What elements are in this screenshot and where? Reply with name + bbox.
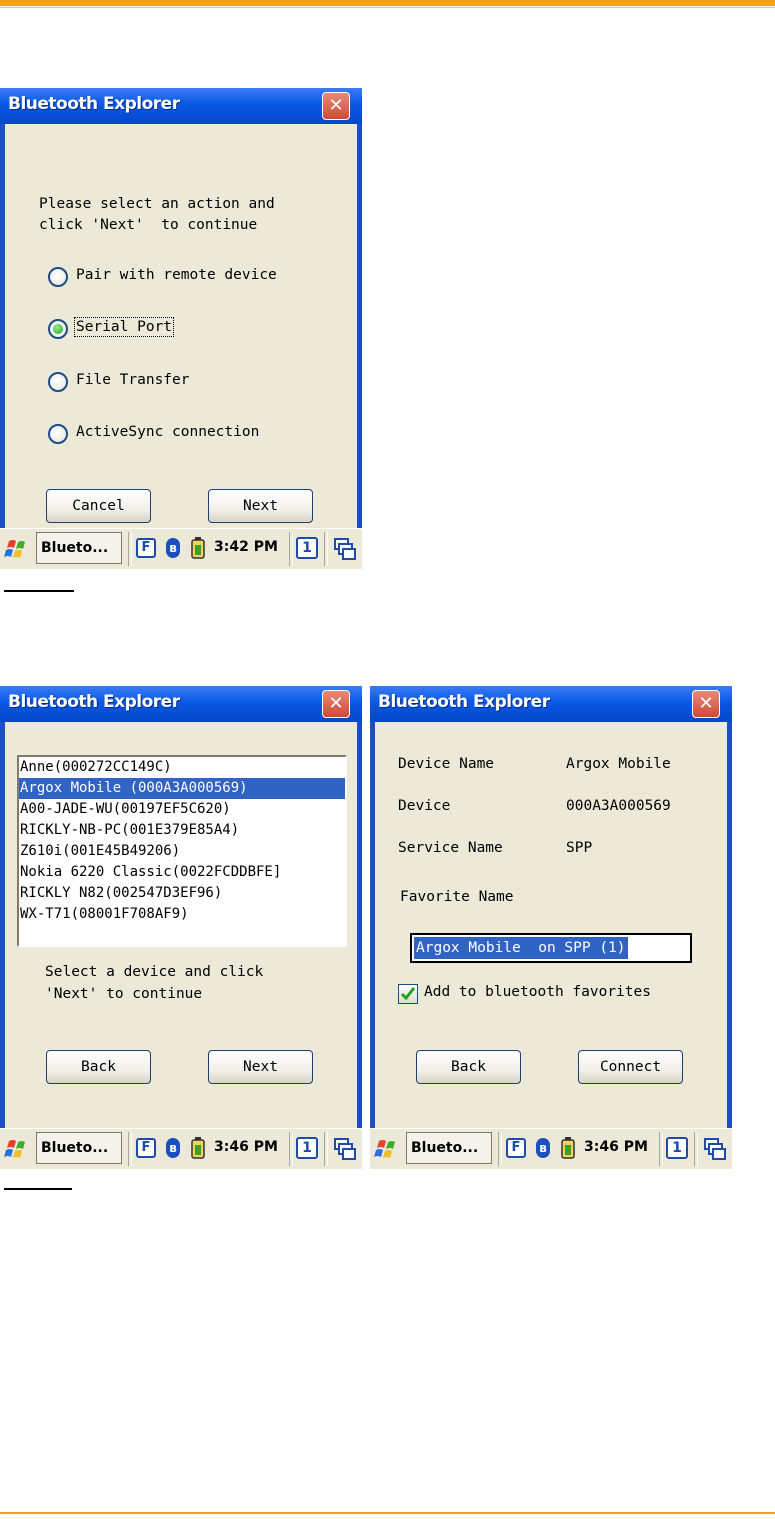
taskbar-separator <box>128 1132 132 1166</box>
device-name-label: Device Name <box>398 756 495 772</box>
connect-button[interactable]: Connect <box>578 1050 683 1084</box>
window-border-right <box>727 722 732 1128</box>
device-list-item[interactable]: Nokia 6220 Classic(0022FCDDBFE] <box>19 862 345 883</box>
taskbar-separator <box>324 532 328 566</box>
add-favorites-checkbox[interactable] <box>398 984 418 1004</box>
radio-file-transfer[interactable] <box>48 372 68 392</box>
favorite-name-text[interactable]: Argox Mobile on SPP (1) <box>414 937 628 959</box>
figure-caption-underline <box>4 590 74 592</box>
prompt-line-1: Select a device and click <box>45 964 264 980</box>
window-body: Device Name Argox Mobile Device 000A3A00… <box>375 722 727 1128</box>
back-button[interactable]: Back <box>416 1050 521 1084</box>
screen-device-select: Bluetooth Explorer ✕ Anne(000272CC149C) … <box>0 686 362 1128</box>
device-label: Device <box>398 798 451 814</box>
bluetooth-icon[interactable]: ʙ <box>536 1138 550 1158</box>
screen-action-select: Bluetooth Explorer ✕ Please select an ac… <box>0 88 362 528</box>
window-title: Bluetooth Explorer <box>378 692 550 712</box>
device-list-item[interactable]: WX-T71(08001F708AF9) <box>19 904 345 925</box>
title-bar: Bluetooth Explorer ✕ <box>0 686 362 722</box>
battery-icon[interactable] <box>560 1137 576 1159</box>
input-mode-icon[interactable]: 1 <box>296 537 318 559</box>
favorite-name-input[interactable]: Argox Mobile on SPP (1) <box>410 933 692 963</box>
switch-windows-icon[interactable] <box>704 1138 726 1160</box>
back-button[interactable]: Back <box>46 1050 151 1084</box>
device-list-item-selected[interactable]: Argox Mobile (000A3A000569) <box>19 778 345 799</box>
battery-icon[interactable] <box>190 1137 206 1159</box>
f-icon[interactable]: F <box>136 1138 156 1158</box>
taskbar-app-button[interactable]: Blueto... <box>406 1132 492 1164</box>
taskbar-separator <box>694 1132 698 1166</box>
battery-icon[interactable] <box>190 537 206 559</box>
device-list-item[interactable]: Z610i(001E45B49206) <box>19 841 345 862</box>
device-list-item[interactable]: Anne(000272CC149C) <box>19 757 345 778</box>
service-name-label: Service Name <box>398 840 503 856</box>
checkmark-icon <box>400 987 416 1001</box>
bluetooth-icon[interactable]: ʙ <box>166 1138 180 1158</box>
device-list-item[interactable]: RICKLY-NB-PC(001E379E85A4) <box>19 820 345 841</box>
window-border-right <box>357 722 362 1128</box>
screen-device-details: Bluetooth Explorer ✕ Device Name Argox M… <box>370 686 732 1128</box>
taskbar: Blueto... F ʙ 3:46 PM 1 <box>0 1128 362 1169</box>
radio-activesync[interactable] <box>48 424 68 444</box>
taskbar-separator <box>289 532 293 566</box>
next-button[interactable]: Next <box>208 1050 313 1084</box>
taskbar-separator <box>128 532 132 566</box>
prompt-line-2: 'Next' to continue <box>45 986 203 1002</box>
window-title: Bluetooth Explorer <box>8 94 180 114</box>
taskbar-clock[interactable]: 3:46 PM <box>214 1139 278 1155</box>
f-icon[interactable]: F <box>136 538 156 558</box>
device-list-item[interactable]: A00-JADE-WU(00197EF5C620) <box>19 799 345 820</box>
device-name-value: Argox Mobile <box>566 756 671 772</box>
device-list[interactable]: Anne(000272CC149C) Argox Mobile (000A3A0… <box>17 755 347 947</box>
window-body: Anne(000272CC149C) Argox Mobile (000A3A0… <box>5 722 357 1128</box>
header-rule <box>0 0 775 6</box>
radio-pair-remote-device[interactable] <box>48 267 68 287</box>
label-serial-port[interactable]: Serial Port <box>73 317 175 337</box>
input-mode-icon[interactable]: 1 <box>296 1137 318 1159</box>
favorite-name-label: Favorite Name <box>400 889 514 905</box>
service-name-value: SPP <box>566 840 593 856</box>
device-address-value: 000A3A000569 <box>566 798 671 814</box>
label-file-transfer[interactable]: File Transfer <box>76 372 190 388</box>
windows-start-icon[interactable] <box>373 1137 401 1161</box>
switch-windows-icon[interactable] <box>334 1138 356 1160</box>
taskbar-separator <box>324 1132 328 1166</box>
close-button[interactable]: ✕ <box>692 690 720 718</box>
taskbar: Blueto... F ʙ 3:46 PM 1 <box>370 1128 732 1169</box>
label-activesync[interactable]: ActiveSync connection <box>76 424 259 440</box>
close-button[interactable]: ✕ <box>322 92 350 120</box>
window-title: Bluetooth Explorer <box>8 692 180 712</box>
prompt-line-2: click 'Next' to continue <box>39 217 258 233</box>
cancel-button[interactable]: Cancel <box>46 489 151 523</box>
switch-windows-icon[interactable] <box>334 538 356 560</box>
close-button[interactable]: ✕ <box>322 690 350 718</box>
taskbar-separator <box>289 1132 293 1166</box>
bluetooth-icon[interactable]: ʙ <box>166 538 180 558</box>
title-bar: Bluetooth Explorer ✕ <box>370 686 732 722</box>
taskbar-clock[interactable]: 3:42 PM <box>214 539 278 555</box>
f-icon[interactable]: F <box>506 1138 526 1158</box>
taskbar-separator <box>659 1132 663 1166</box>
prompt-line-1: Please select an action and <box>39 196 275 212</box>
windows-start-icon[interactable] <box>3 1137 31 1161</box>
windows-start-icon[interactable] <box>3 537 31 561</box>
taskbar-separator <box>498 1132 502 1166</box>
next-button[interactable]: Next <box>208 489 313 523</box>
title-bar: Bluetooth Explorer ✕ <box>0 88 362 124</box>
header-rule-thin <box>0 7 775 8</box>
taskbar: Blueto... F ʙ 3:42 PM 1 <box>0 528 362 569</box>
window-body: Please select an action and click 'Next'… <box>5 124 357 528</box>
radio-selected-dot <box>53 324 63 334</box>
radio-serial-port[interactable] <box>48 319 68 339</box>
window-border-right <box>357 124 362 528</box>
footer-rule <box>0 1512 775 1514</box>
taskbar-app-button[interactable]: Blueto... <box>36 532 122 564</box>
taskbar-app-button[interactable]: Blueto... <box>36 1132 122 1164</box>
taskbar-clock[interactable]: 3:46 PM <box>584 1139 648 1155</box>
label-pair-remote-device[interactable]: Pair with remote device <box>76 267 277 283</box>
figure-caption-underline <box>4 1188 72 1190</box>
input-mode-icon[interactable]: 1 <box>666 1137 688 1159</box>
device-list-item[interactable]: RICKLY N82(002547D3EF96) <box>19 883 345 904</box>
add-favorites-label[interactable]: Add to bluetooth favorites <box>424 984 651 1000</box>
